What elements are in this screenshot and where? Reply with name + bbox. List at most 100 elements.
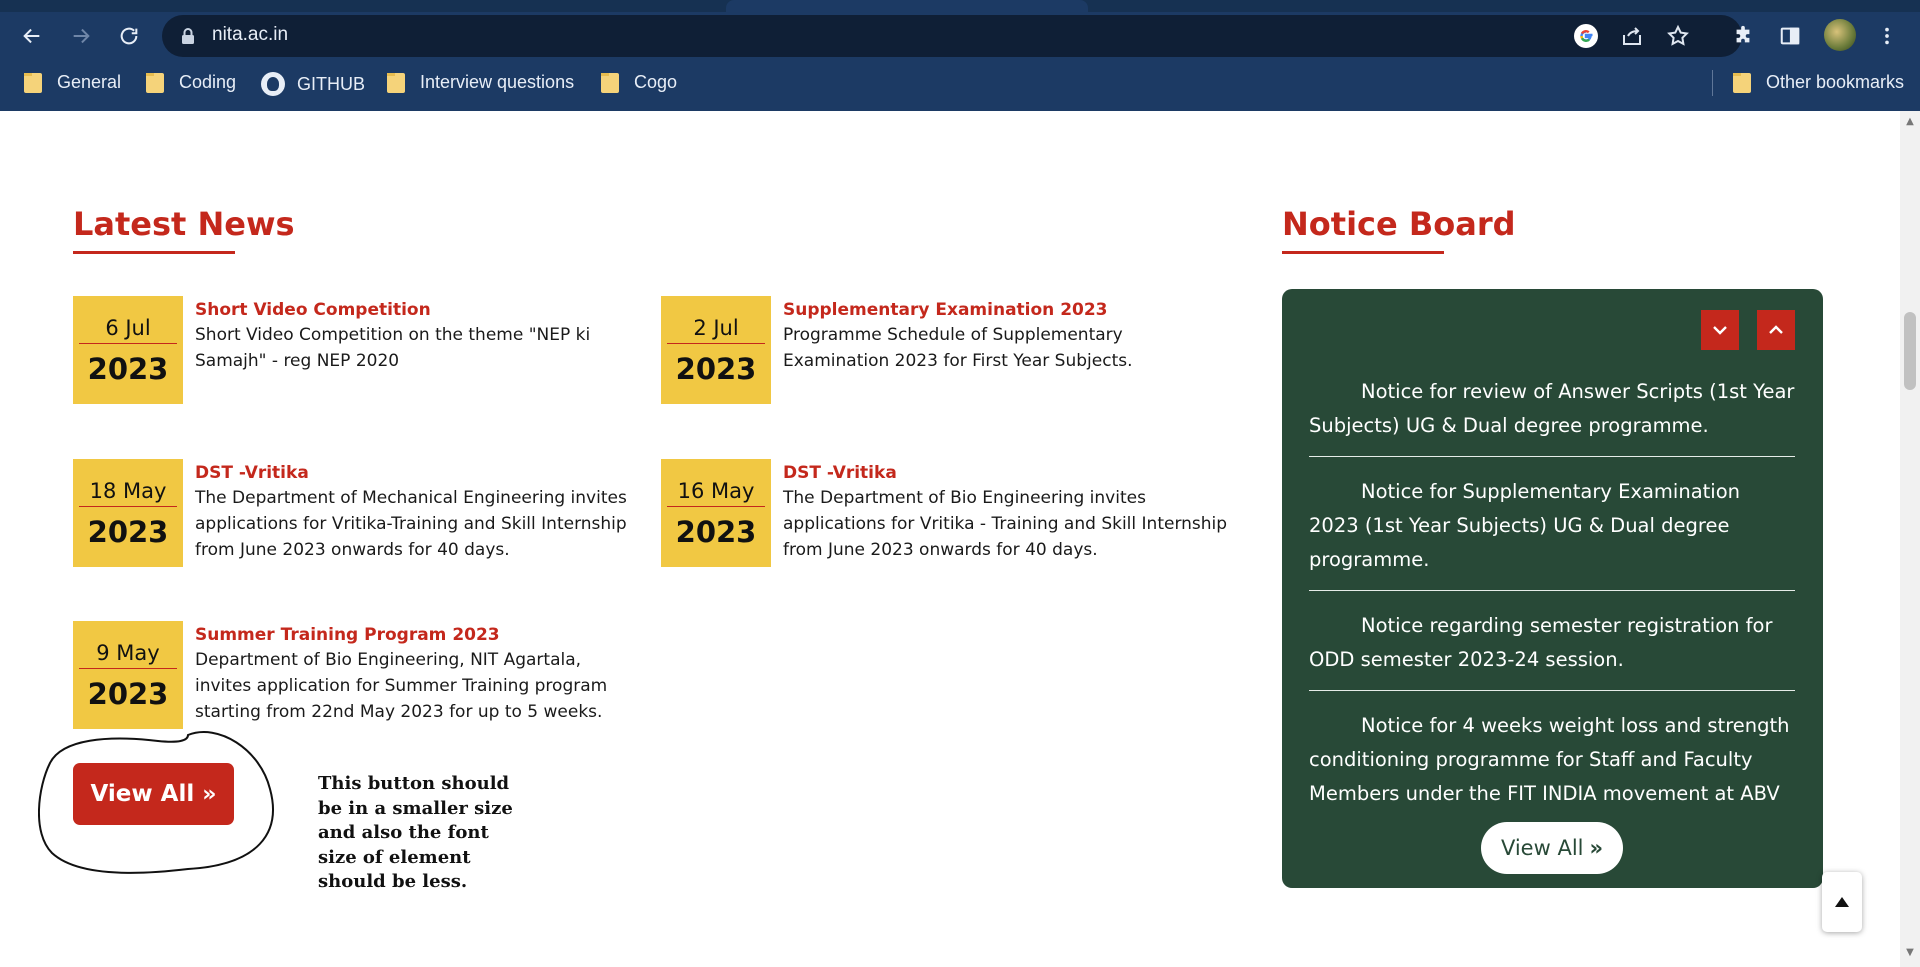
scrollbar-thumb[interactable] [1904, 312, 1916, 390]
date-badge: 2 Jul 2023 [661, 296, 771, 404]
notice-item[interactable]: Notice for review of Answer Scripts (1st… [1309, 375, 1795, 457]
bookmark-general[interactable]: General [24, 72, 121, 93]
title-underline [73, 251, 235, 254]
puzzle-icon [1736, 25, 1750, 43]
scroll-down-button[interactable] [1701, 310, 1739, 350]
news-item[interactable]: 18 May 2023 DST -Vritika The Department … [73, 459, 633, 569]
address-bar[interactable]: nita.ac.in [162, 15, 1742, 57]
date-year: 2023 [675, 515, 757, 549]
date-day-month: 6 Jul [79, 316, 177, 344]
section-title-text: Notice Board [1282, 205, 1516, 243]
tab-strip [0, 0, 1920, 12]
date-badge: 6 Jul 2023 [73, 296, 183, 404]
notice-board-heading: Notice Board [1282, 205, 1516, 254]
side-panel-button[interactable] [1776, 22, 1804, 50]
bookmark-label: Cogo [634, 72, 678, 92]
scroll-up-arrow-icon[interactable]: ▲ [1904, 116, 1916, 128]
title-underline [1282, 251, 1444, 254]
share-icon[interactable] [1620, 24, 1644, 48]
bookmark-separator [1712, 70, 1713, 96]
arrow-left-icon [23, 28, 40, 44]
bookmark-label: Coding [179, 72, 237, 92]
button-label: View All [1500, 836, 1584, 860]
news-title-link[interactable]: DST -Vritika [195, 461, 635, 485]
bookmark-label: General [57, 72, 122, 92]
date-day-month: 16 May [667, 479, 765, 507]
latest-news-view-all-button[interactable]: View All » [73, 763, 234, 825]
news-title-link[interactable]: Summer Training Program 2023 [195, 623, 640, 647]
news-description: The Department of Mechanical Engineering… [195, 488, 627, 560]
scroll-up-button[interactable] [1757, 310, 1795, 350]
notice-board-panel: Notice for review of Answer Scripts (1st… [1282, 289, 1823, 888]
bookmarks-bar: General Coding GITHUB Interview question… [0, 62, 1920, 106]
notice-item[interactable]: Notice regarding semester registration f… [1309, 609, 1795, 691]
date-year: 2023 [87, 515, 169, 549]
date-day-month: 9 May [79, 641, 177, 669]
page-scrollbar[interactable]: ▲ ▼ [1900, 111, 1920, 967]
extensions-button[interactable] [1729, 22, 1757, 50]
chevron-down-icon [1713, 326, 1727, 335]
bookmark-label: GITHUB [297, 73, 366, 94]
section-title-text: Latest News [73, 205, 295, 243]
back-to-top-button[interactable] [1822, 872, 1862, 932]
date-badge: 9 May 2023 [73, 621, 183, 729]
news-item[interactable]: 9 May 2023 Summer Training Program 2023 … [73, 621, 633, 731]
date-year: 2023 [675, 352, 757, 386]
notice-item[interactable]: Notice for 4 weeks weight loss and stren… [1309, 709, 1795, 824]
date-day-month: 2 Jul [667, 316, 765, 344]
news-title-link[interactable]: DST -Vritika [783, 461, 1228, 485]
annotation-note: This button should be in a smaller size … [318, 773, 513, 892]
bookmark-github[interactable]: GITHUB [261, 72, 365, 96]
double-chevron-right-icon: » [202, 781, 217, 807]
forward-button[interactable] [67, 22, 95, 50]
bookmark-cogo[interactable]: Cogo [601, 72, 677, 93]
back-button[interactable] [18, 22, 46, 50]
notice-list: Notice for review of Answer Scripts (1st… [1309, 375, 1795, 842]
news-title-link[interactable]: Supplementary Examination 2023 [783, 298, 1213, 322]
more-vert-icon [1885, 27, 1889, 45]
google-icon[interactable] [1574, 24, 1598, 48]
news-text: Summer Training Program 2023 Department … [195, 623, 640, 725]
browser-chrome: nita.ac.in General Coding GITHUB Intervi… [0, 0, 1920, 111]
folder-icon [146, 72, 164, 93]
active-tab[interactable] [726, 0, 1088, 12]
date-badge: 16 May 2023 [661, 459, 771, 567]
latest-news-heading: Latest News [73, 205, 295, 254]
date-day-month: 18 May [79, 479, 177, 507]
news-description: The Department of Bio Engineering invite… [783, 488, 1228, 560]
news-text: DST -Vritika The Department of Mechanica… [195, 461, 635, 563]
news-item[interactable]: 16 May 2023 DST -Vritika The Department … [661, 459, 1227, 569]
button-label: View All [90, 781, 195, 807]
news-item[interactable]: 2 Jul 2023 Supplementary Examination 202… [661, 296, 1221, 406]
reload-icon [120, 27, 138, 45]
notice-item[interactable]: Notice for Supplementary Examination 202… [1309, 475, 1795, 591]
news-item[interactable]: 6 Jul 2023 Short Video Competition Short… [73, 296, 633, 406]
lock-icon [182, 28, 194, 44]
profile-avatar[interactable] [1824, 19, 1856, 51]
notice-board-view-all-button[interactable]: View All » [1481, 822, 1623, 874]
scroll-down-arrow-icon[interactable]: ▼ [1904, 947, 1916, 959]
news-title-link[interactable]: Short Video Competition [195, 298, 625, 322]
double-chevron-right-icon: » [1589, 836, 1604, 860]
page-content: Latest News 6 Jul 2023 Short Video Compe… [0, 111, 1900, 967]
url-text[interactable]: nita.ac.in [212, 24, 288, 46]
side-panel-icon [1780, 27, 1800, 45]
browser-toolbar: nita.ac.in [0, 12, 1920, 58]
date-badge: 18 May 2023 [73, 459, 183, 567]
reload-button[interactable] [115, 22, 143, 50]
github-icon [261, 72, 285, 96]
news-description: Short Video Competition on the theme "NE… [195, 325, 591, 371]
bookmark-coding[interactable]: Coding [146, 72, 236, 93]
bookmark-label: Other bookmarks [1766, 72, 1905, 92]
folder-icon [1733, 72, 1751, 93]
bookmark-interview-questions[interactable]: Interview questions [387, 72, 574, 93]
news-description: Programme Schedule of Supplementary Exam… [783, 325, 1133, 371]
chevron-up-icon [1769, 325, 1783, 334]
star-icon[interactable] [1666, 24, 1690, 48]
bookmark-other[interactable]: Other bookmarks [1733, 72, 1904, 93]
news-description: Department of Bio Engineering, NIT Agart… [195, 650, 608, 722]
menu-button[interactable] [1873, 22, 1901, 50]
folder-icon [387, 72, 405, 93]
caret-up-icon [1835, 897, 1849, 907]
news-text: Supplementary Examination 2023 Programme… [783, 298, 1213, 374]
